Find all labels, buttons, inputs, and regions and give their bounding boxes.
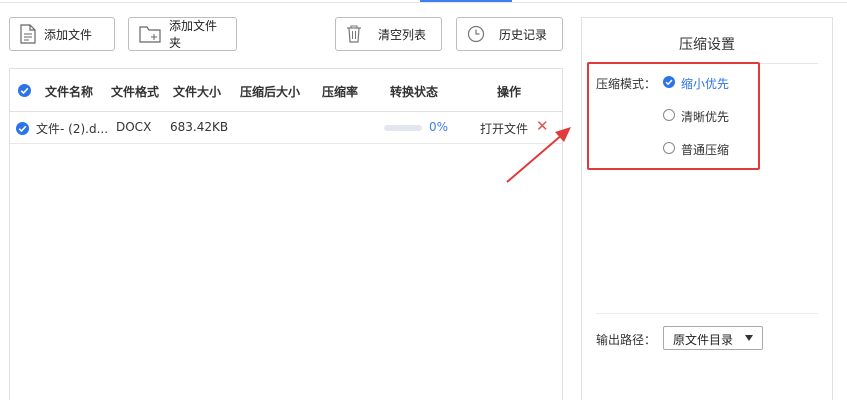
annotation-arrow	[506, 127, 571, 183]
add-file-button[interactable]: 添加文件	[9, 17, 115, 51]
progress-bar	[384, 125, 422, 131]
settings-title: 压缩设置	[679, 37, 735, 53]
settings-divider-bottom	[596, 313, 818, 314]
clock-icon	[467, 25, 485, 43]
add-folder-icon	[139, 25, 161, 43]
select-all-checkbox[interactable]	[18, 84, 31, 97]
header-file-format: 文件格式	[111, 85, 160, 99]
top-divider	[0, 2, 847, 3]
table-header: 文件名称 文件格式 文件大小 压缩后大小 压缩率 转换状态 操作	[10, 68, 562, 112]
history-button[interactable]: 历史记录	[456, 17, 563, 51]
clear-list-button[interactable]: 清空列表	[335, 17, 442, 51]
output-path-label: 输出路径：	[596, 333, 657, 347]
history-label: 历史记录	[499, 27, 548, 42]
table-row[interactable]: 文件- (2).d... DOCX 683.42KB 0% 打开文件 ✕	[10, 112, 562, 144]
header-conversion-status: 转换状态	[390, 85, 439, 99]
output-path-select[interactable]: 原文件目录	[663, 326, 763, 350]
output-path-value: 原文件目录	[673, 333, 734, 347]
row-file-name: 文件- (2).d...	[36, 122, 109, 136]
add-file-icon	[20, 24, 36, 44]
add-folder-button[interactable]: 添加文件夹	[128, 17, 237, 51]
header-compressed-size: 压缩后大小	[240, 85, 301, 99]
header-file-size: 文件大小	[173, 85, 222, 99]
annotation-highlight-box	[587, 62, 760, 170]
header-compression-ratio: 压缩率	[322, 85, 359, 99]
add-folder-label: 添加文件夹	[169, 19, 218, 50]
trash-icon	[346, 25, 362, 43]
check-icon	[18, 125, 27, 133]
add-file-label: 添加文件	[44, 27, 93, 42]
header-actions: 操作	[497, 85, 522, 99]
file-table: 文件名称 文件格式 文件大小 压缩后大小 压缩率 转换状态 操作 文件- (2)…	[9, 68, 563, 400]
row-file-size: 683.42KB	[170, 120, 229, 134]
row-file-format: DOCX	[116, 120, 152, 134]
chevron-down-icon	[745, 335, 753, 341]
check-icon	[20, 87, 29, 95]
row-checkbox[interactable]	[16, 122, 29, 135]
progress-percent: 0%	[429, 120, 449, 134]
clear-list-label: 清空列表	[378, 27, 427, 42]
header-file-name: 文件名称	[45, 85, 94, 99]
